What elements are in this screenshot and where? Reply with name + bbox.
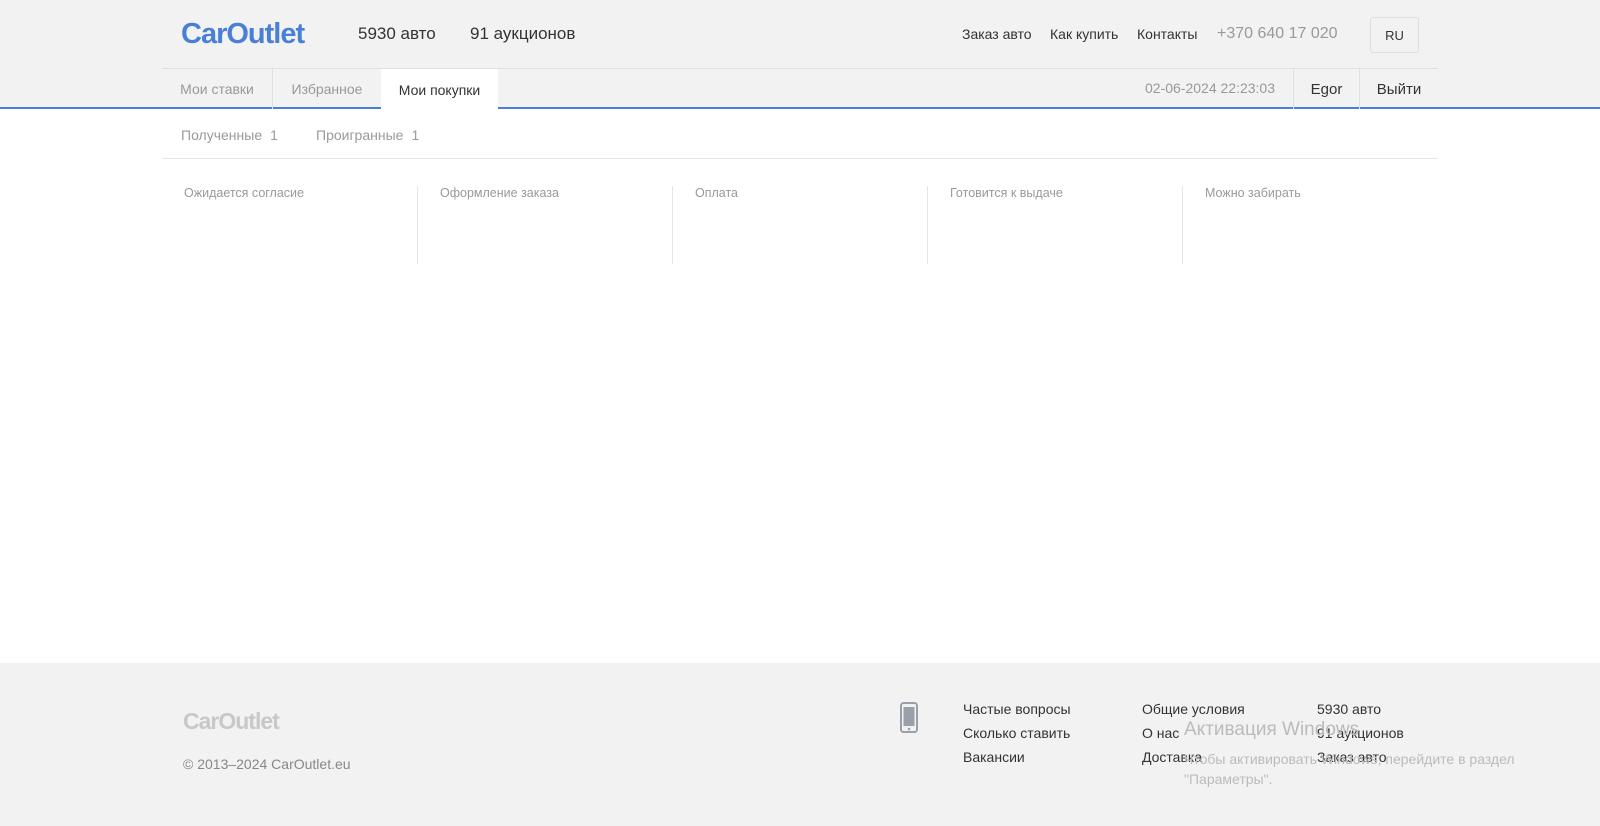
copyright: © 2013–2024 CarOutlet.eu [183,756,351,772]
site-header: CarOutlet 5930 авто 91 аукционов Заказ а… [0,0,1600,111]
footer-logo[interactable]: CarOutlet [183,708,280,735]
windows-activation-title: Активация Windows [1184,719,1360,740]
footer-link-faq[interactable]: Частые вопросы [963,701,1071,717]
nav-order-car[interactable]: Заказ авто [962,26,1032,42]
footer-link-vacancies[interactable]: Вакансии [963,749,1025,765]
auctions-count-link[interactable]: 91 аукционов [470,24,575,44]
subtab-received[interactable]: Полученные 1 [181,127,278,143]
cars-count-link[interactable]: 5930 авто [358,24,436,44]
mobile-phone-icon[interactable] [900,702,918,733]
status-column-order-processing: Оформление заказа [417,186,672,264]
footer-link-how-much-to-bid[interactable]: Сколько ставить [963,725,1070,741]
site-footer: CarOutlet © 2013–2024 CarOutlet.eu Часты… [0,663,1600,826]
subtabs-divider [162,158,1438,159]
tab-favorites[interactable]: Избранное [273,69,381,109]
windows-activation-text: Чтобы активировать Windows, перейдите в … [1184,751,1515,787]
footer-link-cars-count[interactable]: 5930 авто [1317,701,1381,717]
nav-contacts[interactable]: Контакты [1137,26,1197,42]
status-column-payment: Оплата [672,186,927,264]
tab-my-bids[interactable]: Мои ставки [162,69,273,109]
logout-button[interactable]: Выйти [1359,69,1438,109]
current-datetime: 02-06-2024 22:23:03 [1145,80,1275,96]
status-column-awaiting-consent: Ожидается согласие [184,186,304,200]
site-logo[interactable]: CarOutlet [181,18,305,51]
subtab-received-count: 1 [270,127,278,143]
phone-number[interactable]: +370 640 17 020 [1217,25,1338,43]
subtab-lost[interactable]: Проигранные 1 [316,127,419,143]
footer-link-terms[interactable]: Общие условия [1142,701,1245,717]
nav-how-to-buy[interactable]: Как купить [1050,26,1118,42]
language-button[interactable]: RU [1370,17,1419,53]
subtab-received-label: Полученные [181,127,263,143]
tab-my-purchases[interactable]: Мои покупки [381,69,498,111]
subtab-lost-label: Проигранные [316,127,404,143]
status-column-ready-pickup: Можно забирать [1182,186,1437,264]
status-column-preparing: Готовится к выдаче [927,186,1182,264]
user-profile-link[interactable]: Egor [1293,69,1359,109]
subtab-lost-count: 1 [411,127,420,143]
footer-link-about[interactable]: О нас [1142,725,1179,741]
